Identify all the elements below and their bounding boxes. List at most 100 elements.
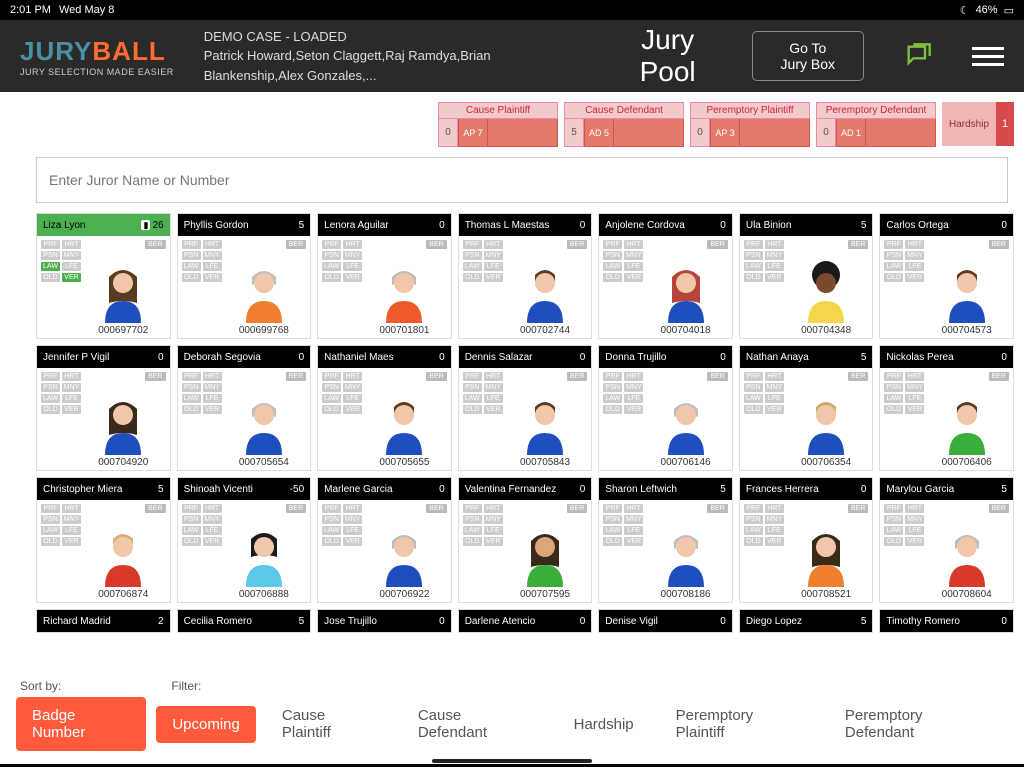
tag-prf[interactable]: PRF	[182, 240, 201, 249]
tag-old[interactable]: OLD	[744, 405, 763, 414]
tag-ver[interactable]: VER	[905, 537, 924, 546]
juror-card[interactable]: Christopher Miera5PRFHRTPSNMNYLAWLFEOLDV…	[36, 477, 171, 603]
tag-psn[interactable]: PSN	[744, 251, 763, 260]
tag-old[interactable]: OLD	[744, 537, 763, 546]
tag-prf[interactable]: PRF	[603, 504, 622, 513]
hardship-box[interactable]: Hardship1	[942, 102, 1014, 146]
juror-card[interactable]: Timothy Romero0	[879, 609, 1014, 633]
tag-law[interactable]: LAW	[884, 394, 903, 403]
tag-lfe[interactable]: LFE	[905, 394, 924, 403]
tag-ver[interactable]: VER	[203, 405, 222, 414]
filter-peremptory-defendant[interactable]: Peremptory Defendant	[829, 697, 1008, 751]
tag-law[interactable]: LAW	[41, 262, 60, 271]
tag-hrt[interactable]: HRT	[624, 372, 643, 381]
dismiss-cause-defendant[interactable]: Cause Defendant5AD 5	[564, 102, 684, 147]
tag-psn[interactable]: PSN	[884, 383, 903, 392]
tag-hrt[interactable]: HRT	[765, 240, 784, 249]
sort-badge-number[interactable]: Badge Number	[16, 697, 146, 751]
tag-psn[interactable]: PSN	[463, 383, 482, 392]
tag-ber[interactable]: BER	[426, 372, 446, 381]
tag-ber[interactable]: BER	[286, 504, 306, 513]
tag-ver[interactable]: VER	[62, 537, 81, 546]
tag-ber[interactable]: BER	[145, 372, 165, 381]
juror-card[interactable]: Liza Lyon▮26PRFHRTPSNMNYLAWLFEOLDVERBER0…	[36, 213, 171, 339]
tag-lfe[interactable]: LFE	[343, 526, 362, 535]
tag-law[interactable]: LAW	[884, 262, 903, 271]
tag-old[interactable]: OLD	[744, 273, 763, 282]
tag-lfe[interactable]: LFE	[624, 262, 643, 271]
tag-law[interactable]: LAW	[322, 526, 341, 535]
tag-lfe[interactable]: LFE	[765, 526, 784, 535]
chat-icon[interactable]	[904, 42, 932, 70]
tag-law[interactable]: LAW	[463, 262, 482, 271]
tag-law[interactable]: LAW	[322, 394, 341, 403]
filter-cause-plaintiff[interactable]: Cause Plaintiff	[266, 697, 392, 751]
tag-hrt[interactable]: HRT	[203, 504, 222, 513]
tag-ber[interactable]: BER	[567, 372, 587, 381]
tag-old[interactable]: OLD	[603, 273, 622, 282]
tag-ber[interactable]: BER	[989, 372, 1009, 381]
tag-law[interactable]: LAW	[182, 394, 201, 403]
tag-ber[interactable]: BER	[848, 504, 868, 513]
tag-lfe[interactable]: LFE	[484, 526, 503, 535]
tag-mny[interactable]: MNY	[765, 515, 784, 524]
tag-ver[interactable]: VER	[203, 273, 222, 282]
tag-lfe[interactable]: LFE	[905, 262, 924, 271]
tag-ber[interactable]: BER	[567, 240, 587, 249]
tag-ber[interactable]: BER	[426, 240, 446, 249]
tag-psn[interactable]: PSN	[182, 515, 201, 524]
tag-hrt[interactable]: HRT	[343, 504, 362, 513]
tag-psn[interactable]: PSN	[463, 515, 482, 524]
tag-old[interactable]: OLD	[322, 405, 341, 414]
tag-hrt[interactable]: HRT	[905, 504, 924, 513]
juror-card[interactable]: Marlene Garcia0PRFHRTPSNMNYLAWLFEOLDVERB…	[317, 477, 452, 603]
tag-mny[interactable]: MNY	[343, 251, 362, 260]
tag-hrt[interactable]: HRT	[62, 240, 81, 249]
tag-ver[interactable]: VER	[765, 405, 784, 414]
tag-hrt[interactable]: HRT	[62, 372, 81, 381]
tag-ber[interactable]: BER	[426, 504, 446, 513]
tag-old[interactable]: OLD	[182, 273, 201, 282]
tag-mny[interactable]: MNY	[203, 515, 222, 524]
tag-psn[interactable]: PSN	[41, 383, 60, 392]
juror-card[interactable]: Dennis Salazar0PRFHRTPSNMNYLAWLFEOLDVERB…	[458, 345, 593, 471]
tag-ver[interactable]: VER	[624, 405, 643, 414]
tag-old[interactable]: OLD	[41, 273, 60, 282]
tag-prf[interactable]: PRF	[463, 504, 482, 513]
tag-psn[interactable]: PSN	[744, 515, 763, 524]
tag-ver[interactable]: VER	[624, 537, 643, 546]
tag-psn[interactable]: PSN	[41, 251, 60, 260]
tag-mny[interactable]: MNY	[62, 383, 81, 392]
tag-lfe[interactable]: LFE	[343, 262, 362, 271]
juror-card[interactable]: Nathaniel Maes0PRFHRTPSNMNYLAWLFEOLDVERB…	[317, 345, 452, 471]
tag-prf[interactable]: PRF	[884, 504, 903, 513]
tag-hrt[interactable]: HRT	[765, 372, 784, 381]
tag-old[interactable]: OLD	[463, 273, 482, 282]
juror-card[interactable]: Deborah Segovia0PRFHRTPSNMNYLAWLFEOLDVER…	[177, 345, 312, 471]
tag-ber[interactable]: BER	[707, 372, 727, 381]
tag-prf[interactable]: PRF	[744, 504, 763, 513]
tag-prf[interactable]: PRF	[322, 372, 341, 381]
juror-card[interactable]: Jose Trujillo0	[317, 609, 452, 633]
tag-prf[interactable]: PRF	[603, 372, 622, 381]
tag-law[interactable]: LAW	[603, 526, 622, 535]
tag-old[interactable]: OLD	[182, 405, 201, 414]
tag-mny[interactable]: MNY	[484, 383, 503, 392]
tag-ver[interactable]: VER	[624, 273, 643, 282]
tag-lfe[interactable]: LFE	[203, 262, 222, 271]
tag-hrt[interactable]: HRT	[905, 372, 924, 381]
tag-mny[interactable]: MNY	[905, 383, 924, 392]
jury-box-button[interactable]: Go To Jury Box	[752, 31, 864, 81]
tag-psn[interactable]: PSN	[182, 251, 201, 260]
juror-card[interactable]: Anjolene Cordova0PRFHRTPSNMNYLAWLFEOLDVE…	[598, 213, 733, 339]
tag-mny[interactable]: MNY	[203, 251, 222, 260]
tag-law[interactable]: LAW	[744, 262, 763, 271]
tag-old[interactable]: OLD	[884, 537, 903, 546]
tag-ver[interactable]: VER	[765, 537, 784, 546]
juror-card[interactable]: Jennifer P Vigil0PRFHRTPSNMNYLAWLFEOLDVE…	[36, 345, 171, 471]
tag-hrt[interactable]: HRT	[203, 372, 222, 381]
tag-psn[interactable]: PSN	[744, 383, 763, 392]
tag-ber[interactable]: BER	[286, 240, 306, 249]
juror-card[interactable]: Sharon Leftwich5PRFHRTPSNMNYLAWLFEOLDVER…	[598, 477, 733, 603]
tag-old[interactable]: OLD	[322, 537, 341, 546]
